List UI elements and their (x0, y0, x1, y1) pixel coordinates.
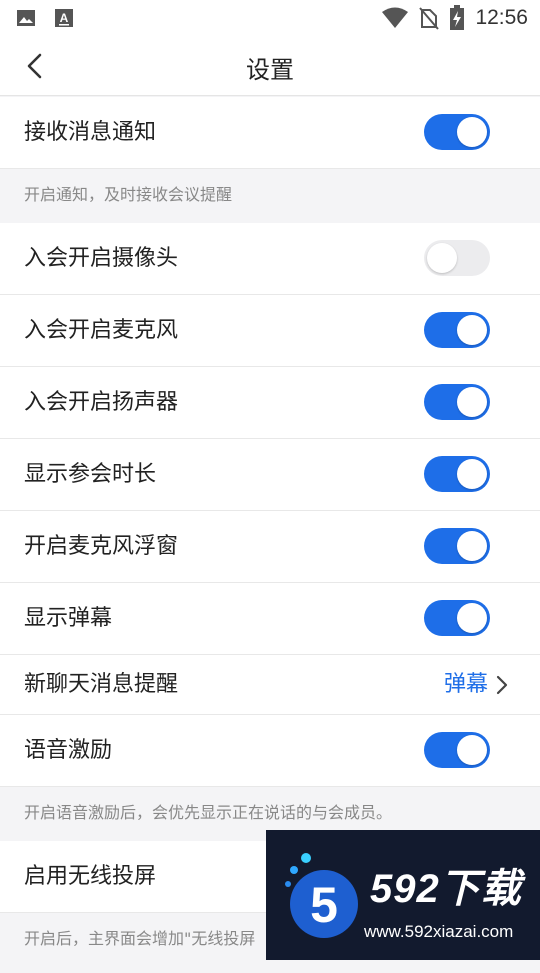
toggle-knob (457, 603, 487, 633)
toggle-switch[interactable] (424, 114, 490, 150)
notification-note: 开启通知，及时接收会议提醒 (0, 169, 540, 223)
setting-label: 开启麦克风浮窗 (24, 534, 179, 559)
setting-row-chat-reminder[interactable]: 新聊天消息提醒 弹幕 (0, 655, 540, 715)
setting-label: 入会开启扬声器 (24, 390, 179, 415)
app-header: 设置 (0, 36, 540, 96)
setting-row-speaker[interactable]: 入会开启扬声器 (0, 367, 540, 439)
logo-icon: 5 (285, 853, 358, 938)
toggle-switch[interactable] (424, 528, 490, 564)
toggle-switch[interactable] (424, 732, 490, 768)
toggle-switch[interactable] (424, 600, 490, 636)
clock: 12:56 (475, 6, 528, 29)
battery-charging-icon (450, 5, 465, 30)
toggle-knob (427, 243, 457, 273)
reminder-value: 弹幕 (443, 672, 488, 697)
setting-label: 接收消息通知 (24, 120, 157, 145)
setting-row-danmaku[interactable]: 显示弹幕 (0, 583, 540, 655)
toggle-knob (457, 531, 487, 561)
svg-text:A: A (60, 11, 69, 25)
setting-row-mic-float-window[interactable]: 开启麦克风浮窗 (0, 511, 540, 583)
image-icon (17, 10, 35, 26)
setting-label: 入会开启麦克风 (24, 318, 179, 343)
setting-label: 入会开启摄像头 (24, 246, 179, 271)
status-bar: A 12:56 (0, 0, 540, 36)
setting-row-meeting-duration[interactable]: 显示参会时长 (0, 439, 540, 511)
logo-digit: 5 (310, 877, 338, 933)
wifi-icon (382, 7, 409, 28)
setting-row-message-notification[interactable]: 接收消息通知 (0, 97, 540, 169)
toggle-knob (457, 735, 487, 765)
page-title: 设置 (246, 56, 294, 84)
chevron-right-icon (496, 675, 508, 695)
setting-label: 启用无线投屏 (24, 864, 157, 889)
font-icon: A (55, 9, 73, 27)
watermark-brand: 592下载 (370, 867, 522, 911)
setting-label: 显示弹幕 (24, 606, 113, 631)
setting-label: 新聊天消息提醒 (24, 672, 179, 697)
setting-row-camera[interactable]: 入会开启摄像头 (0, 223, 540, 295)
toggle-knob (457, 117, 487, 147)
no-sim-icon (419, 7, 440, 30)
setting-row-voice-activation[interactable]: 语音激励 (0, 715, 540, 787)
toggle-switch[interactable] (424, 312, 490, 348)
setting-row-microphone[interactable]: 入会开启麦克风 (0, 295, 540, 367)
toggle-knob (457, 387, 487, 417)
watermark-logo: 5 592下载 www.592xiazai.com (266, 830, 540, 960)
setting-label: 显示参会时长 (24, 462, 157, 487)
toggle-knob (457, 315, 487, 345)
toggle-switch[interactable] (424, 384, 490, 420)
watermark-url: www.592xiazai.com (364, 922, 514, 941)
toggle-knob (457, 459, 487, 489)
setting-label: 语音激励 (24, 738, 113, 763)
toggle-switch[interactable] (424, 240, 490, 276)
toggle-switch[interactable] (424, 456, 490, 492)
